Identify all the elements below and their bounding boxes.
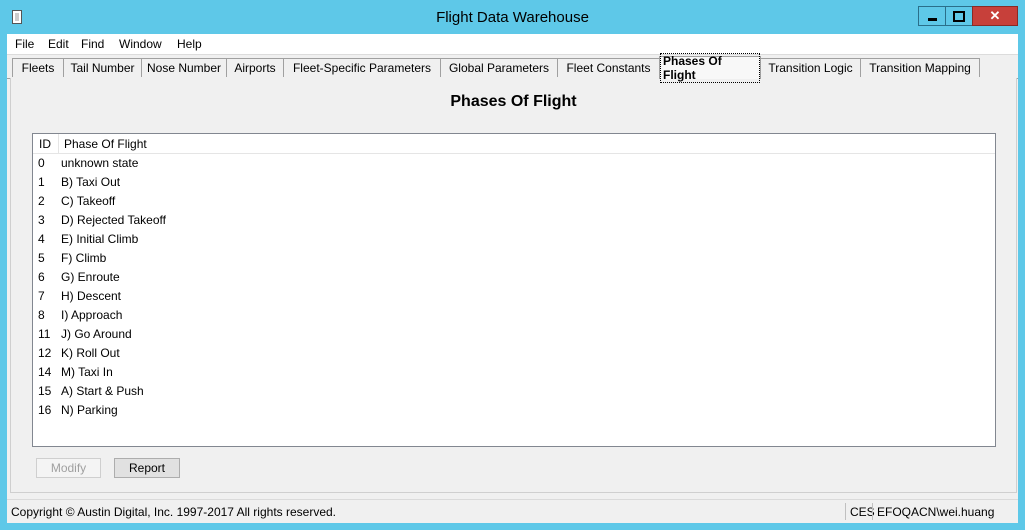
- copyright-text: Copyright © Austin Digital, Inc. 1997-20…: [11, 505, 337, 519]
- modify-button[interactable]: Modify: [36, 458, 101, 478]
- menu-edit[interactable]: Edit: [48, 37, 69, 51]
- tab-phases-of-flight[interactable]: Phases Of Flight: [659, 53, 761, 83]
- list-item[interactable]: 0 unknown state: [33, 153, 993, 172]
- tab-panel: Phases Of Flight ID Phase Of Flight 0 unk…: [10, 78, 1017, 493]
- title-bar[interactable]: Flight Data Warehouse ✕: [0, 0, 1025, 34]
- row-id: 11: [38, 327, 51, 341]
- row-id: 1: [38, 175, 45, 189]
- tab-transition-logic[interactable]: Transition Logic: [760, 58, 861, 77]
- column-divider[interactable]: [58, 134, 59, 153]
- list-item[interactable]: 14 M) Taxi In: [33, 362, 993, 381]
- tab-label: Phases Of Flight: [660, 53, 760, 83]
- list-item[interactable]: 1 B) Taxi Out: [33, 172, 993, 191]
- status-bar: Copyright © Austin Digital, Inc. 1997-20…: [7, 499, 1018, 522]
- tab-global-parameters[interactable]: Global Parameters: [440, 58, 558, 77]
- row-id: 15: [38, 384, 52, 398]
- tab-fleet-specific-parameters[interactable]: Fleet-Specific Parameters: [283, 58, 441, 77]
- tab-strip: Fleets Tail Number Nose Number Airports …: [7, 53, 1018, 83]
- window-title: Flight Data Warehouse: [436, 9, 589, 26]
- menu-help[interactable]: Help: [177, 37, 202, 51]
- tab-label: Fleet-Specific Parameters: [292, 61, 432, 75]
- tab-airports[interactable]: Airports: [226, 58, 284, 77]
- row-id: 3: [38, 213, 45, 227]
- row-phase: H) Descent: [61, 289, 122, 303]
- list-item[interactable]: 3 D) Rejected Takeoff: [33, 210, 993, 229]
- row-phase: J) Go Around: [61, 327, 132, 341]
- list-item[interactable]: 4 E) Initial Climb: [33, 229, 993, 248]
- row-id: 7: [38, 289, 45, 303]
- list-header: ID Phase Of Flight: [33, 134, 995, 154]
- list-item[interactable]: 2 C) Takeoff: [33, 191, 993, 210]
- row-phase: I) Approach: [61, 308, 123, 322]
- list-item[interactable]: 16 N) Parking: [33, 400, 993, 419]
- row-phase: N) Parking: [61, 403, 118, 417]
- tab-fleets[interactable]: Fleets: [12, 58, 64, 77]
- row-phase: E) Initial Climb: [61, 232, 139, 246]
- row-phase: K) Roll Out: [61, 346, 120, 360]
- menu-window[interactable]: Window: [119, 37, 162, 51]
- row-phase: D) Rejected Takeoff: [61, 213, 166, 227]
- row-id: 0: [38, 156, 45, 170]
- list-item[interactable]: 12 K) Roll Out: [33, 343, 993, 362]
- status-divider: [872, 503, 873, 520]
- client-area: File Edit Find Window Help Fleets Tail N…: [7, 34, 1018, 523]
- phases-list[interactable]: ID Phase Of Flight 0 unknown state 1 B) Ta…: [32, 133, 996, 447]
- row-phase: G) Enroute: [61, 270, 120, 284]
- row-phase: A) Start & Push: [61, 384, 144, 398]
- close-button[interactable]: ✕: [972, 6, 1018, 26]
- row-id: 5: [38, 251, 45, 265]
- close-icon: ✕: [989, 8, 1001, 23]
- list-item[interactable]: 8 I) Approach: [33, 305, 993, 324]
- app-window: Flight Data Warehouse ✕ File Edit Find W…: [0, 0, 1025, 530]
- menu-file[interactable]: File: [15, 37, 34, 51]
- tab-tail-number[interactable]: Tail Number: [63, 58, 142, 77]
- row-id: 8: [38, 308, 45, 322]
- row-phase: C) Takeoff: [61, 194, 116, 208]
- tab-transition-mapping[interactable]: Transition Mapping: [860, 58, 980, 77]
- tab-label: Airports: [234, 61, 276, 75]
- tab-nose-number[interactable]: Nose Number: [141, 58, 227, 77]
- row-id: 14: [38, 365, 52, 379]
- row-phase: M) Taxi In: [61, 365, 113, 379]
- row-id: 2: [38, 194, 45, 208]
- tab-label: Tail Number: [70, 61, 135, 75]
- tab-fleet-constants[interactable]: Fleet Constants: [557, 58, 660, 77]
- status-divider: [845, 503, 846, 520]
- column-header-id[interactable]: ID: [39, 137, 51, 151]
- row-phase: B) Taxi Out: [61, 175, 121, 189]
- minimize-button[interactable]: [918, 6, 946, 26]
- page-title: Phases Of Flight: [450, 93, 577, 110]
- tab-label: Nose Number: [146, 61, 222, 75]
- minimize-icon: [927, 17, 937, 21]
- row-id: 6: [38, 270, 45, 284]
- row-id: 12: [38, 346, 52, 360]
- row-phase: unknown state: [61, 156, 139, 170]
- tab-label: Transition Logic: [768, 61, 853, 75]
- list-item[interactable]: 7 H) Descent: [33, 286, 993, 305]
- menu-bar: File Edit Find Window Help: [7, 34, 1018, 55]
- tab-label: Fleets: [21, 61, 55, 75]
- tab-label: Transition Mapping: [869, 61, 971, 75]
- list-item[interactable]: 5 F) Climb: [33, 248, 993, 267]
- tab-label: Global Parameters: [448, 61, 550, 75]
- status-user: EFOQACN\wei.huang: [877, 505, 995, 519]
- row-id: 4: [38, 232, 45, 246]
- list-item[interactable]: 15 A) Start & Push: [33, 381, 993, 400]
- report-button[interactable]: Report: [114, 458, 180, 478]
- row-phase: F) Climb: [61, 251, 107, 265]
- column-header-phase[interactable]: Phase Of Flight: [64, 137, 147, 151]
- menu-find[interactable]: Find: [81, 37, 104, 51]
- list-item[interactable]: 6 G) Enroute: [33, 267, 993, 286]
- list-item[interactable]: 11 J) Go Around: [33, 324, 993, 343]
- maximize-button[interactable]: [945, 6, 973, 26]
- maximize-icon: [953, 10, 965, 22]
- tab-label: Fleet Constants: [566, 61, 651, 75]
- status-org: CES: [850, 505, 875, 519]
- row-id: 16: [38, 403, 52, 417]
